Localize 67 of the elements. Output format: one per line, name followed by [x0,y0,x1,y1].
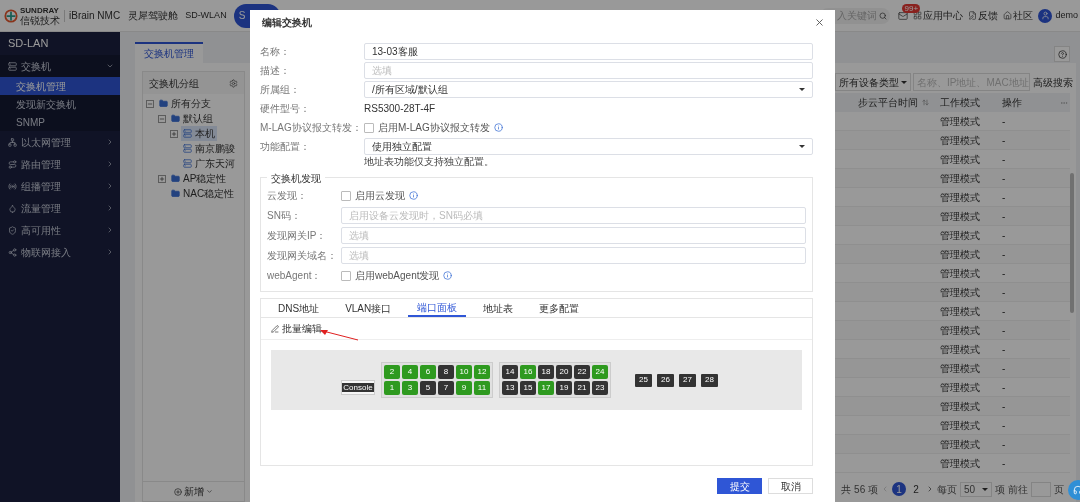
panel-title: 交换机分组 [149,76,199,91]
table-cell-text: - [1001,152,1007,167]
table-cell-text: 管理模式 [939,152,981,167]
per-page-unit: 项 [995,482,1005,497]
field-label: M-LAG协议报文转发： [260,121,363,135]
table-cell-text: 管理模式 [939,285,981,300]
table-cell-text: - [1001,380,1007,395]
table-cell-text: 管理模式 [939,380,981,395]
field-label: 描述： [260,64,291,78]
field-label: 硬件型号： [260,102,311,116]
notification-badge: 99+ [902,3,921,13]
sidebar-title: SD-LAN [7,36,50,52]
fieldset-legend: 交换机发现 [267,171,325,186]
table-cell-text: - [1001,171,1007,186]
table-cell-text: 管理模式 [939,456,981,471]
table-cell-text: - [1001,228,1007,243]
table-cell-text: 管理模式 [939,133,981,148]
field-label: 发现网关域名： [267,249,338,263]
table-cell-text: 管理模式 [939,114,981,129]
field-label: 功能配置： [260,140,311,154]
table-cell-text: 管理模式 [939,342,981,357]
field-hint: 地址表功能仅支持独立配置。 [364,156,494,167]
table-cell-text: 管理模式 [939,190,981,205]
table-cell-text: - [1001,361,1007,376]
field-label: 名称： [260,45,291,59]
total-count: 共 56 项 [841,482,878,497]
table-cell-text: - [1001,304,1007,319]
table-cell-text: - [1001,266,1007,281]
checkbox-label: 启用云发现 [355,189,405,203]
table-cell-text: - [1001,437,1007,452]
table-cell-text: 管理模式 [939,228,981,243]
table-cell-text: - [1001,456,1007,471]
product-name: iBrain NMC [69,9,121,23]
dialog-title: 编辑交换机 [261,15,312,30]
field-label: 发现网关IP： [267,229,328,243]
table-cell-text: - [1001,133,1007,148]
table-cell-text: 管理模式 [939,266,981,281]
table-cell-text: - [1001,399,1007,414]
goto-label: 前往 [1008,482,1028,497]
table-cell-text: 管理模式 [939,323,981,338]
table-cell-text: 管理模式 [939,247,981,262]
table-cell-text: - [1001,285,1007,300]
table-cell-text: 管理模式 [939,437,981,452]
field-label: webAgent： [267,269,323,283]
table-cell-text: - [1001,342,1007,357]
table-cell-text: 管理模式 [939,209,981,224]
checkbox-label: 启用webAgent发现 [355,269,440,283]
field-label: SN码： [267,209,302,223]
field-label: 云发现： [267,189,308,203]
table-cell-text: - [1001,114,1007,129]
table-cell-text: 管理模式 [939,361,981,376]
table-cell-text: 管理模式 [939,418,981,433]
table-cell-text: 管理模式 [939,399,981,414]
table-cell-text: - [1001,190,1007,205]
table-cell-text: 管理模式 [939,304,981,319]
table-cell-text: - [1001,247,1007,262]
checkbox-label: 启用M-LAG协议报文转发 [378,121,490,135]
logo-subtext: 信锐技术 [20,15,60,26]
per-page-label: 每页 [937,482,957,497]
table-cell-text: - [1001,323,1007,338]
table-cell-text: - [1001,418,1007,433]
goto-unit: 页 [1054,482,1064,497]
logo-text: SUNDRAY [20,5,60,15]
table-cell-text: - [1001,209,1007,224]
field-value: RS5300-28T-4F [364,102,436,116]
field-label: 所属组： [260,83,301,97]
table-cell-text: 管理模式 [939,171,981,186]
